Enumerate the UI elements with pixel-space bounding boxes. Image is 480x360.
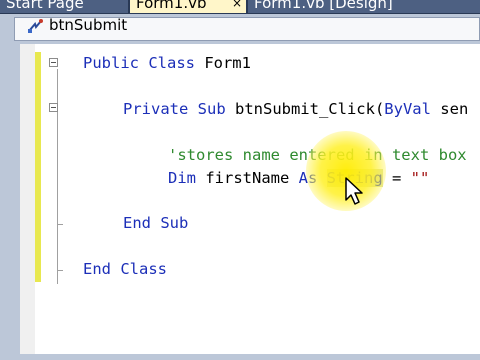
- tab-form1-code[interactable]: Form1.vb ×: [130, 0, 246, 13]
- code-line-dim: Dim firstName As String = "": [168, 169, 430, 187]
- code-lines: Public Class Form1 Private Sub btnSubmit…: [83, 44, 480, 354]
- collapse-sub-icon[interactable]: [49, 103, 58, 112]
- editor-text-area[interactable]: Public Class Form1 Private Sub btnSubmit…: [20, 44, 480, 354]
- navigation-bar: btnSubmit: [0, 14, 480, 44]
- code-line-end-sub: End Sub: [123, 214, 189, 232]
- close-icon[interactable]: ×: [232, 0, 242, 13]
- tab-label: Form1.vb: [136, 0, 207, 12]
- mouse-pointer-icon: [345, 177, 363, 205]
- code-line-end-class: End Class: [83, 260, 167, 278]
- outline-end-tick: [57, 270, 63, 271]
- collapse-class-icon[interactable]: [49, 58, 58, 67]
- document-tab-strip: Start Page Form1.vb × Form1.vb [Design]: [0, 0, 480, 14]
- outline-guide-line: [57, 69, 58, 284]
- code-editor-window: Start Page Form1.vb × Form1.vb [Design] b…: [0, 0, 480, 360]
- tab-label: Start Page: [6, 0, 84, 12]
- indicator-margin: [20, 44, 35, 354]
- tab-form1-design[interactable]: Form1.vb [Design]: [248, 0, 480, 13]
- code-line-class: Public Class Form1: [83, 54, 251, 72]
- change-tracking-bar: [35, 52, 41, 282]
- code-editor: Public Class Form1 Private Sub btnSubmit…: [0, 44, 480, 360]
- class-name-selected: btnSubmit: [49, 16, 128, 34]
- outline-end-tick: [57, 224, 63, 225]
- tab-label: Form1.vb [Design]: [254, 0, 393, 12]
- tab-start-page[interactable]: Start Page: [0, 0, 128, 13]
- code-line-sub: Private Sub btnSubmit_Click(ByVal sen: [123, 100, 469, 118]
- lightning-event-icon: [28, 19, 43, 33]
